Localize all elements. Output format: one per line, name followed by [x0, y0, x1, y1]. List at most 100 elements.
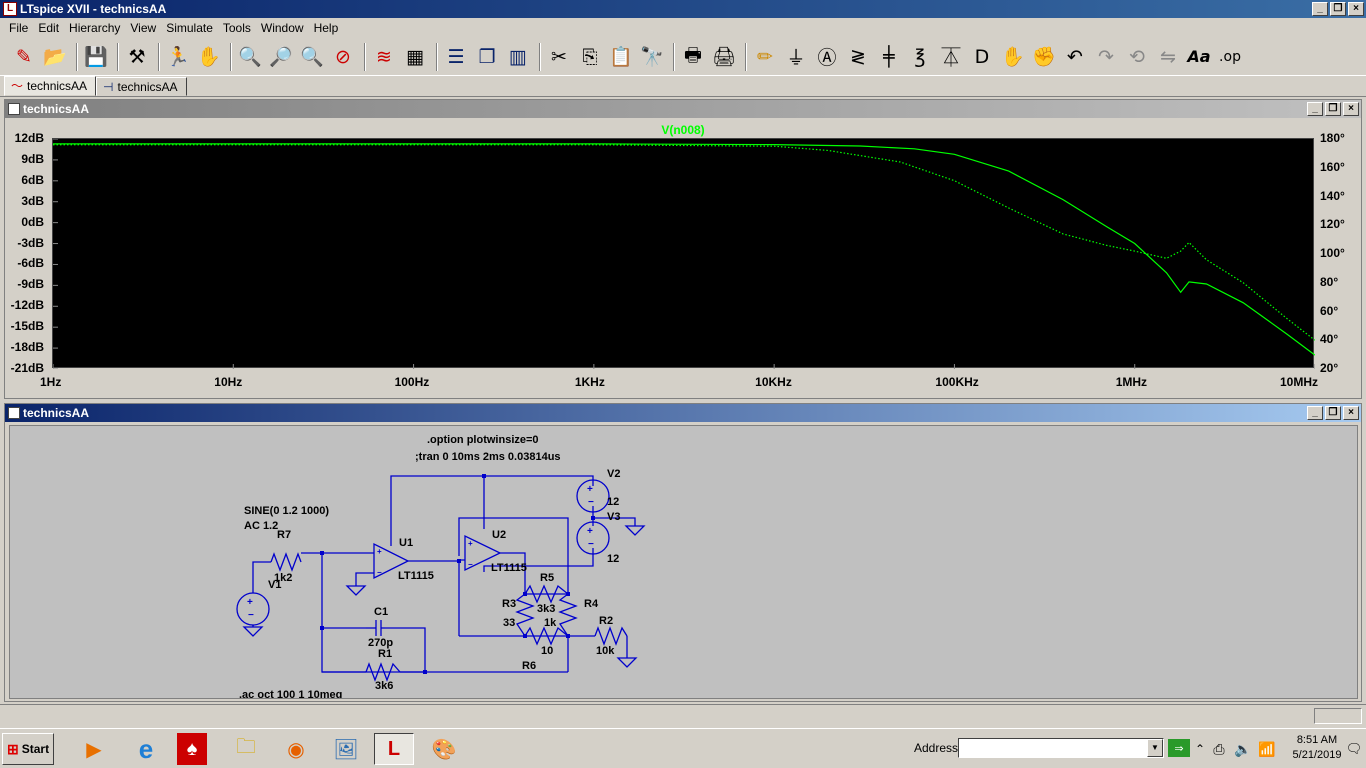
component-value[interactable]: 10k	[596, 646, 614, 657]
component-label[interactable]: R7	[277, 530, 291, 541]
spice-directive[interactable]: ;tran 0 10ms 2ms 0.03814us	[415, 452, 561, 463]
menu-hierarchy[interactable]: Hierarchy	[64, 21, 125, 35]
component-value[interactable]: 12	[607, 497, 619, 508]
grid-icon[interactable]: ▦	[401, 43, 429, 71]
device-icon[interactable]: ⎙	[1208, 733, 1230, 765]
chevron-down-icon[interactable]: ▼	[1147, 739, 1163, 757]
find-icon[interactable]: 🔭	[638, 43, 666, 71]
drag-icon[interactable]: ✊	[1030, 43, 1058, 71]
trace-label[interactable]: V(n008)	[0, 123, 1366, 137]
component-label[interactable]: V3	[607, 512, 620, 523]
component-label[interactable]: U2	[492, 530, 506, 541]
source-ac[interactable]: AC 1.2	[244, 521, 278, 532]
restore-button[interactable]: ❐	[1325, 102, 1341, 116]
zoom-area-icon[interactable]: 🔎	[267, 43, 295, 71]
redo-icon[interactable]: ↷	[1092, 43, 1120, 71]
label-icon[interactable]: Ⓐ	[813, 43, 841, 71]
firefox-icon[interactable]: ◉	[276, 733, 316, 765]
clock[interactable]: 8:51 AM 5/21/2019	[1290, 733, 1344, 763]
component-label[interactable]: R6	[522, 661, 536, 672]
spice-directive[interactable]: .ac oct 100 1 10meg	[239, 690, 342, 699]
component-value[interactable]: 3k6	[375, 681, 393, 692]
zoom-out-icon[interactable]: 🔍	[298, 43, 326, 71]
start-button[interactable]: ⊞ Start	[2, 733, 54, 765]
menu-tools[interactable]: Tools	[218, 21, 256, 35]
component-icon[interactable]: Ⅾ	[968, 43, 996, 71]
cut-icon[interactable]: ✂	[545, 43, 573, 71]
capacitor-icon[interactable]: ╪	[875, 43, 903, 71]
ltspice-icon[interactable]: L	[374, 733, 414, 765]
print-icon[interactable]: 🖶	[679, 43, 707, 71]
rotate-icon[interactable]: ⟲	[1123, 43, 1151, 71]
explorer-icon[interactable]: 🗀	[226, 733, 266, 765]
wire-icon[interactable]: ✏	[751, 43, 779, 71]
paint-icon[interactable]: 🎨	[424, 733, 464, 765]
new-schematic-icon[interactable]: ✎	[10, 43, 38, 71]
restore-button[interactable]: ❐	[1330, 2, 1346, 16]
acrobat-icon[interactable]: ♠	[177, 733, 207, 765]
resistor-icon[interactable]: ≷	[844, 43, 872, 71]
run-icon[interactable]: 🏃	[164, 43, 192, 71]
tile-horizontal-icon[interactable]: ☰	[442, 43, 470, 71]
print-setup-icon[interactable]: 🖨	[710, 43, 738, 71]
close-button[interactable]: ×	[1343, 102, 1359, 116]
component-label[interactable]: U1	[399, 538, 413, 549]
menu-simulate[interactable]: Simulate	[161, 21, 218, 35]
component-value[interactable]: 12	[607, 554, 619, 565]
component-label[interactable]: R2	[599, 616, 613, 627]
menu-view[interactable]: View	[125, 21, 161, 35]
volume-icon[interactable]: 🔈	[1232, 733, 1254, 765]
tab-schematic[interactable]: ⊣ technicsAA	[96, 77, 187, 96]
control-panel-icon[interactable]: ⚒	[123, 43, 151, 71]
save-icon[interactable]: 💾	[82, 43, 110, 71]
spice-directive[interactable]: .option plotwinsize=0	[427, 435, 539, 446]
plot-area[interactable]	[52, 138, 1315, 369]
cascade-icon[interactable]: ❐	[473, 43, 501, 71]
menu-edit[interactable]: Edit	[33, 21, 64, 35]
menu-window[interactable]: Window	[256, 21, 309, 35]
spice-directive-icon[interactable]: .op	[1216, 43, 1244, 71]
inductor-icon[interactable]: ℥	[906, 43, 934, 71]
schematic-canvas[interactable]: + − + − + − + − + − .option plotwinsize=0 ;tr…	[9, 425, 1358, 699]
zoom-cancel-icon[interactable]: ⊘	[329, 43, 357, 71]
source-value[interactable]: SINE(0 1.2 1000)	[244, 506, 329, 517]
component-label[interactable]: R5	[540, 573, 554, 584]
component-value[interactable]: LT1115	[491, 563, 527, 574]
move-icon[interactable]: ✋	[999, 43, 1027, 71]
component-value[interactable]: 33	[503, 618, 515, 629]
network-icon[interactable]: 📶	[1256, 733, 1278, 765]
photo-icon[interactable]: 🖼	[326, 733, 366, 765]
component-label[interactable]: R1	[378, 649, 392, 660]
diode-icon[interactable]: ⏄	[937, 43, 965, 71]
component-label[interactable]: V2	[607, 469, 620, 480]
restore-button[interactable]: ❐	[1325, 406, 1341, 420]
undo-icon[interactable]: ↶	[1061, 43, 1089, 71]
paste-icon[interactable]: 📋	[607, 43, 635, 71]
component-label[interactable]: C1	[374, 607, 388, 618]
component-value[interactable]: 3k3	[537, 604, 555, 615]
ie-icon[interactable]: e	[126, 733, 166, 765]
open-icon[interactable]: 📂	[41, 43, 69, 71]
component-value[interactable]: 1k	[544, 618, 556, 629]
close-button[interactable]: ×	[1343, 406, 1359, 420]
ground-icon[interactable]: ⏚	[782, 43, 810, 71]
tab-waveform[interactable]: 〜 technicsAA	[4, 76, 97, 96]
address-input[interactable]: ▼	[958, 738, 1164, 758]
show-hidden-icons-icon[interactable]: ⌃	[1192, 733, 1208, 765]
minimize-button[interactable]: _	[1312, 2, 1328, 16]
menu-help[interactable]: Help	[309, 21, 344, 35]
menu-file[interactable]: File	[4, 21, 33, 35]
component-label[interactable]: R4	[584, 599, 598, 610]
halt-icon[interactable]: ✋	[195, 43, 223, 71]
component-label[interactable]: V1	[268, 580, 281, 591]
zoom-in-icon[interactable]: 🔍	[236, 43, 264, 71]
text-icon[interactable]: Aa	[1185, 43, 1213, 71]
tile-vertical-icon[interactable]: ▥	[504, 43, 532, 71]
component-value[interactable]: LT1115	[398, 571, 434, 582]
mirror-icon[interactable]: ⇋	[1154, 43, 1182, 71]
copy-icon[interactable]: ⎘	[576, 43, 604, 71]
media-player-icon[interactable]: ▶	[74, 733, 114, 765]
component-value[interactable]: 10	[541, 646, 553, 657]
notification-icon[interactable]: 🗨	[1344, 733, 1364, 765]
minimize-button[interactable]: _	[1307, 406, 1323, 420]
